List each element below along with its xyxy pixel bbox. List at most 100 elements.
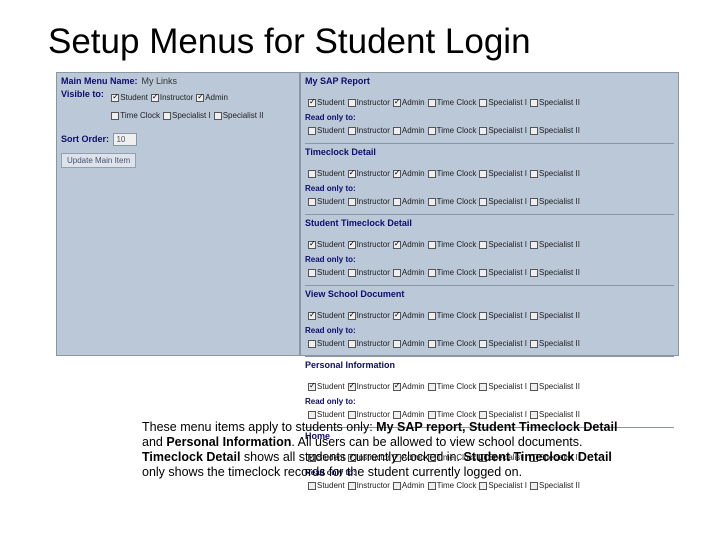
ro-1-label-admin: Admin: [402, 197, 425, 206]
vis-0-checkbox-specialist-i[interactable]: [479, 99, 487, 107]
ro-2-label-instructor: Instructor: [357, 268, 390, 277]
vis-3-checkbox-time-clock[interactable]: [428, 312, 436, 320]
vis-0-checkbox-specialist-ii[interactable]: [530, 99, 538, 107]
ro-2-checkbox-student[interactable]: [308, 269, 316, 277]
ro-1-checkbox-admin[interactable]: [393, 198, 401, 206]
left-vis-checkbox-specialist-i[interactable]: [163, 112, 171, 120]
vis-4-checkbox-student[interactable]: [308, 383, 316, 391]
ro-3-checkbox-admin[interactable]: [393, 340, 401, 348]
vis-4-label-time-clock: Time Clock: [437, 382, 477, 391]
ro-5-checkbox-instructor[interactable]: [348, 482, 356, 490]
sort-order-input[interactable]: 10: [113, 133, 137, 146]
vis-4-checkbox-instructor[interactable]: [348, 383, 356, 391]
ro-1-checkbox-specialist-ii[interactable]: [530, 198, 538, 206]
ro-5-label-admin: Admin: [402, 481, 425, 490]
ro-1-label-specialist-ii: Specialist II: [539, 197, 580, 206]
ro-0-checkbox-student[interactable]: [308, 127, 316, 135]
ro-4-checkbox-instructor[interactable]: [348, 411, 356, 419]
ro-4-checkbox-admin[interactable]: [393, 411, 401, 419]
ro-5-checkbox-time-clock[interactable]: [428, 482, 436, 490]
left-vis-checkbox-instructor[interactable]: [151, 94, 159, 102]
ro-1-checkbox-student[interactable]: [308, 198, 316, 206]
vis-3-checkbox-specialist-i[interactable]: [479, 312, 487, 320]
ro-1-checkbox-instructor[interactable]: [348, 198, 356, 206]
ro-0-label-instructor: Instructor: [357, 126, 390, 135]
ro-5-checkbox-specialist-ii[interactable]: [530, 482, 538, 490]
vis-0-checkbox-student[interactable]: [308, 99, 316, 107]
ro-2-checkbox-admin[interactable]: [393, 269, 401, 277]
read-only-label: Read only to:: [305, 255, 580, 264]
vis-2-checkbox-time-clock[interactable]: [428, 241, 436, 249]
ro-0-checkbox-time-clock[interactable]: [428, 127, 436, 135]
read-only-label: Read only to:: [305, 184, 580, 193]
ro-1-label-instructor: Instructor: [357, 197, 390, 206]
left-vis-checkbox-specialist-ii[interactable]: [214, 112, 222, 120]
ro-4-checkbox-specialist-ii[interactable]: [530, 411, 538, 419]
ro-5-checkbox-admin[interactable]: [393, 482, 401, 490]
ro-4-checkbox-time-clock[interactable]: [428, 411, 436, 419]
ro-2-checkbox-instructor[interactable]: [348, 269, 356, 277]
vis-1-checkbox-specialist-ii[interactable]: [530, 170, 538, 178]
vis-3-checkbox-student[interactable]: [308, 312, 316, 320]
ro-1-checkbox-specialist-i[interactable]: [479, 198, 487, 206]
ro-0-checkbox-specialist-i[interactable]: [479, 127, 487, 135]
vis-0-checkbox-instructor[interactable]: [348, 99, 356, 107]
left-column: Main Menu Name: My Links Visible to: Stu…: [57, 73, 301, 355]
vis-1-checkbox-instructor[interactable]: [348, 170, 356, 178]
ro-3-checkbox-time-clock[interactable]: [428, 340, 436, 348]
vis-2-checkbox-student[interactable]: [308, 241, 316, 249]
ro-2-label-specialist-ii: Specialist II: [539, 268, 580, 277]
left-roles-group: StudentInstructorAdminTime ClockSpeciali…: [108, 89, 268, 125]
ro-3-label-instructor: Instructor: [357, 339, 390, 348]
ro-3-checkbox-specialist-ii[interactable]: [530, 340, 538, 348]
vis-1-checkbox-specialist-i[interactable]: [479, 170, 487, 178]
vis-3-label-time-clock: Time Clock: [437, 311, 477, 320]
ro-2-checkbox-specialist-ii[interactable]: [530, 269, 538, 277]
vis-1-checkbox-student[interactable]: [308, 170, 316, 178]
ro-1-checkbox-time-clock[interactable]: [428, 198, 436, 206]
ro-3-checkbox-instructor[interactable]: [348, 340, 356, 348]
ro-4-checkbox-student[interactable]: [308, 411, 316, 419]
vis-1-label-time-clock: Time Clock: [437, 169, 477, 178]
ro-3-checkbox-student[interactable]: [308, 340, 316, 348]
vis-4-checkbox-time-clock[interactable]: [428, 383, 436, 391]
ro-0-label-specialist-i: Specialist I: [488, 126, 527, 135]
vis-2-checkbox-instructor[interactable]: [348, 241, 356, 249]
vis-2-checkbox-admin[interactable]: [393, 241, 401, 249]
vis-2-checkbox-specialist-ii[interactable]: [530, 241, 538, 249]
ro-0-label-specialist-ii: Specialist II: [539, 126, 580, 135]
vis-3-checkbox-instructor[interactable]: [348, 312, 356, 320]
left-vis-checkbox-time-clock[interactable]: [111, 112, 119, 120]
left-vis-checkbox-student[interactable]: [111, 94, 119, 102]
vis-2-checkbox-specialist-i[interactable]: [479, 241, 487, 249]
ro-0-checkbox-instructor[interactable]: [348, 127, 356, 135]
sort-order-label: Sort Order:: [61, 134, 109, 144]
vis-1-checkbox-time-clock[interactable]: [428, 170, 436, 178]
ro-0-checkbox-specialist-ii[interactable]: [530, 127, 538, 135]
vis-0-label-specialist-i: Specialist I: [488, 98, 527, 107]
section-my-sap-report: My SAP ReportStudentInstructorAdminTime …: [305, 75, 674, 141]
section-title: Timeclock Detail: [305, 147, 435, 157]
vis-0-checkbox-admin[interactable]: [393, 99, 401, 107]
vis-0-checkbox-time-clock[interactable]: [428, 99, 436, 107]
ro-2-checkbox-time-clock[interactable]: [428, 269, 436, 277]
ro-5-checkbox-specialist-i[interactable]: [479, 482, 487, 490]
vis-1-checkbox-admin[interactable]: [393, 170, 401, 178]
ro-5-checkbox-student[interactable]: [308, 482, 316, 490]
vis-2-label-specialist-ii: Specialist II: [539, 240, 580, 249]
main-menu-name-label: Main Menu Name:: [61, 76, 138, 86]
vis-4-checkbox-specialist-ii[interactable]: [530, 383, 538, 391]
vis-0-label-student: Student: [317, 98, 345, 107]
left-vis-label-specialist-ii: Specialist II: [223, 111, 264, 120]
ro-1-label-specialist-i: Specialist I: [488, 197, 527, 206]
ro-4-checkbox-specialist-i[interactable]: [479, 411, 487, 419]
ro-0-checkbox-admin[interactable]: [393, 127, 401, 135]
vis-3-checkbox-admin[interactable]: [393, 312, 401, 320]
update-main-item-button[interactable]: Update Main Item: [61, 153, 136, 168]
vis-3-checkbox-specialist-ii[interactable]: [530, 312, 538, 320]
ro-3-checkbox-specialist-i[interactable]: [479, 340, 487, 348]
ro-2-checkbox-specialist-i[interactable]: [479, 269, 487, 277]
vis-4-checkbox-specialist-i[interactable]: [479, 383, 487, 391]
left-vis-checkbox-admin[interactable]: [196, 94, 204, 102]
vis-4-checkbox-admin[interactable]: [393, 383, 401, 391]
